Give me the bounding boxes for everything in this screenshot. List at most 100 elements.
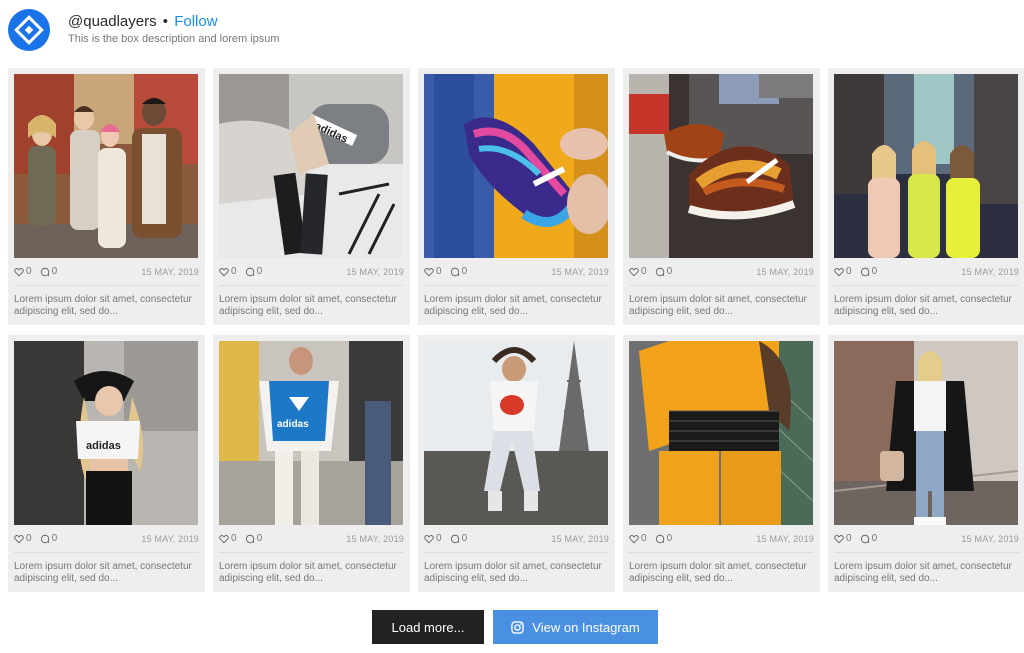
comment-icon: [860, 534, 869, 543]
post-date: 15 MAY, 2019: [756, 266, 814, 277]
post-stats: 0 0: [629, 266, 676, 277]
post-image[interactable]: [629, 74, 813, 258]
follow-link[interactable]: Follow: [174, 13, 217, 30]
post-image[interactable]: [834, 341, 1018, 525]
post-caption: Lorem ipsum dolor sit amet, consectetur …: [629, 294, 807, 317]
comment-icon: [245, 267, 254, 276]
post-date: 15 MAY, 2019: [551, 533, 609, 544]
post-caption: Lorem ipsum dolor sit amet, consectetur …: [14, 294, 192, 317]
post-caption: Lorem ipsum dolor sit amet, consectetur …: [424, 294, 602, 317]
post-card[interactable]: 0 0 15 MAY, 2019 Lorem ipsum dolor sit a…: [8, 68, 205, 325]
post-stats: 0 0: [834, 533, 881, 544]
likes-value: 0: [641, 533, 647, 544]
load-more-button[interactable]: Load more...: [372, 610, 484, 644]
post-date: 15 MAY, 2019: [346, 266, 404, 277]
post-caption: Lorem ipsum dolor sit amet, consectetur …: [219, 294, 397, 317]
post-card[interactable]: 0 0 15 MAY, 2019 Lorem ipsum dolor sit a…: [623, 68, 820, 325]
post-meta: 0 0 15 MAY, 2019: [629, 525, 814, 553]
comments-count[interactable]: 0: [860, 266, 878, 277]
heart-icon: [834, 267, 844, 276]
likes-count[interactable]: 0: [834, 533, 852, 544]
likes-count[interactable]: 0: [834, 266, 852, 277]
post-card[interactable]: 0 0 15 MAY, 2019 Lorem ipsum dolor sit a…: [828, 68, 1024, 325]
comments-count[interactable]: 0: [245, 533, 263, 544]
post-date: 15 MAY, 2019: [961, 266, 1019, 277]
post-meta: 0 0 15 MAY, 2019: [219, 258, 404, 286]
post-image[interactable]: [629, 341, 813, 525]
post-card[interactable]: adidas 0 0 15 MAY, 2019 Lorem ipsum dolo…: [8, 335, 205, 592]
likes-value: 0: [231, 533, 237, 544]
comments-value: 0: [256, 533, 263, 544]
comments-value: 0: [666, 533, 673, 544]
comments-count[interactable]: 0: [860, 533, 878, 544]
post-image[interactable]: [14, 74, 198, 258]
likes-count[interactable]: 0: [14, 533, 32, 544]
likes-count[interactable]: 0: [219, 533, 237, 544]
post-caption: Lorem ipsum dolor sit amet, consectetur …: [834, 294, 1012, 317]
post-image[interactable]: [424, 341, 608, 525]
post-image[interactable]: adidas: [219, 341, 403, 525]
comments-value: 0: [461, 533, 468, 544]
post-caption: Lorem ipsum dolor sit amet, consectetur …: [834, 561, 1012, 584]
post-meta: 0 0 15 MAY, 2019: [834, 258, 1019, 286]
likes-value: 0: [846, 266, 852, 277]
post-card[interactable]: 0 0 15 MAY, 2019 Lorem ipsum dolor sit a…: [418, 68, 615, 325]
heart-icon: [424, 534, 434, 543]
post-date: 15 MAY, 2019: [346, 533, 404, 544]
comments-count[interactable]: 0: [40, 533, 58, 544]
comments-count[interactable]: 0: [450, 266, 467, 277]
post-meta: 0 0 15 MAY, 2019: [14, 258, 199, 286]
post-stats: 0 0: [424, 266, 471, 277]
comment-icon: [655, 534, 664, 543]
likes-count[interactable]: 0: [629, 533, 647, 544]
post-image[interactable]: [834, 74, 1018, 258]
comments-count[interactable]: 0: [450, 533, 468, 544]
likes-count[interactable]: 0: [629, 266, 647, 277]
comments-count[interactable]: 0: [655, 533, 673, 544]
post-stats: 0 0: [219, 533, 266, 544]
profile-header: @quadlayers • Follow This is the box des…: [8, 8, 280, 52]
likes-count[interactable]: 0: [424, 266, 442, 277]
post-image[interactable]: adidas: [219, 74, 403, 258]
likes-value: 0: [641, 266, 647, 277]
comments-value: 0: [871, 533, 878, 544]
post-meta: 0 0 15 MAY, 2019: [14, 525, 199, 553]
post-card[interactable]: 0 0 15 MAY, 2019 Lorem ipsum dolor sit a…: [418, 335, 615, 592]
post-card[interactable]: adidas 0 0 15 MAY, 2019 Lorem ipsum dolo…: [213, 68, 410, 325]
post-caption: Lorem ipsum dolor sit amet, consectetur …: [14, 561, 192, 584]
heart-icon: [219, 534, 229, 543]
comments-value: 0: [51, 533, 58, 544]
post-meta: 0 0 15 MAY, 2019: [219, 525, 404, 553]
post-card[interactable]: 0 0 15 MAY, 2019 Lorem ipsum dolor sit a…: [828, 335, 1024, 592]
likes-count[interactable]: 0: [424, 533, 442, 544]
comments-count[interactable]: 0: [655, 266, 673, 277]
post-date: 15 MAY, 2019: [141, 533, 199, 544]
likes-value: 0: [436, 533, 442, 544]
comments-count[interactable]: 0: [245, 266, 262, 277]
comment-icon: [860, 267, 869, 276]
post-image[interactable]: adidas: [14, 341, 198, 525]
post-card[interactable]: 0 0 15 MAY, 2019 Lorem ipsum dolor sit a…: [623, 335, 820, 592]
heart-icon: [629, 267, 639, 276]
quadlayers-logo-icon[interactable]: [8, 9, 50, 51]
comment-icon: [40, 267, 49, 276]
comments-value: 0: [871, 266, 878, 277]
instagram-icon: [511, 620, 525, 634]
heart-icon: [629, 534, 639, 543]
svg-text:adidas: adidas: [86, 440, 121, 452]
post-meta: 0 0 15 MAY, 2019: [834, 525, 1019, 553]
username[interactable]: @quadlayers: [68, 13, 157, 30]
comments-count[interactable]: 0: [40, 266, 57, 277]
feed-actions: Load more... View on Instagram: [372, 610, 658, 644]
comments-value: 0: [666, 266, 673, 277]
view-on-instagram-button[interactable]: View on Instagram: [493, 610, 658, 644]
likes-count[interactable]: 0: [14, 266, 32, 277]
likes-value: 0: [231, 266, 237, 277]
post-caption: Lorem ipsum dolor sit amet, consectetur …: [629, 561, 807, 584]
post-image[interactable]: [424, 74, 608, 258]
post-card[interactable]: adidas 0 0 15 MAY, 2019 Lorem ipsum dolo…: [213, 335, 410, 592]
post-stats: 0 0: [629, 533, 676, 544]
likes-value: 0: [436, 266, 442, 277]
likes-count[interactable]: 0: [219, 266, 237, 277]
profile-description: This is the box description and lorem ip…: [68, 33, 280, 45]
